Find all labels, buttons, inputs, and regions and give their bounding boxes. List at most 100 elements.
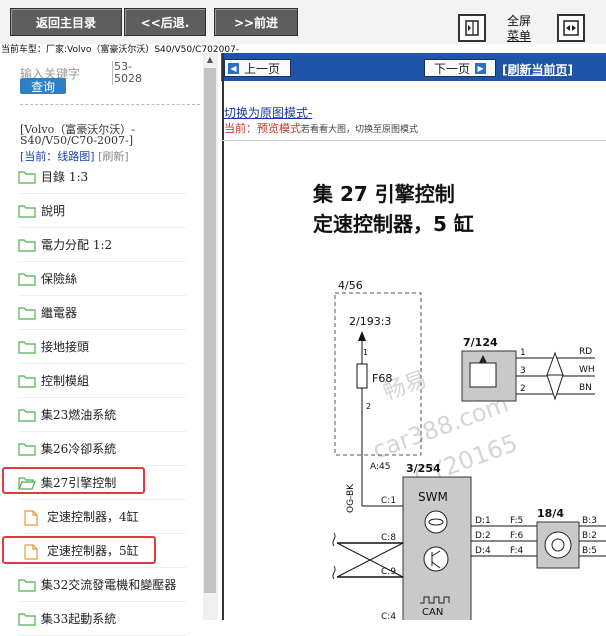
fuse-name: F68	[372, 372, 392, 385]
home-button[interactable]: 返回主目录	[10, 8, 122, 36]
document-icon	[24, 509, 42, 526]
swm-ref: 3/254	[406, 462, 441, 475]
folder-icon	[18, 306, 36, 320]
folder-icon	[18, 204, 36, 218]
can-label: CAN	[422, 607, 443, 618]
current-mode-line: 当前：预览模式若看看大图，切换至原图模式	[224, 120, 418, 136]
pin-c9: C:9	[381, 567, 396, 577]
sensor-ref: 7/124	[463, 336, 498, 349]
pin-c4: C:4	[381, 612, 396, 620]
folder-icon	[18, 340, 36, 354]
supply-arrow-icon	[358, 331, 366, 341]
expand-menu-button[interactable]	[557, 14, 585, 42]
folder-icon	[18, 272, 36, 286]
tree-folder-item[interactable]: 集33起動系統	[18, 602, 186, 636]
prev-page-label: 上一页	[244, 61, 281, 76]
folder-icon	[18, 442, 36, 456]
switch-original-mode-link[interactable]: 切换为原图模式-	[224, 104, 312, 121]
switch-icon	[544, 531, 572, 559]
arrow-right-icon: ▶	[475, 62, 487, 74]
folder-icon	[18, 170, 36, 184]
fullscreen-menu-label[interactable]: 全屏 菜单	[500, 14, 538, 44]
folder-icon	[18, 578, 36, 592]
pin-d4: D:4	[475, 546, 491, 556]
code-display: 53- 5028	[112, 61, 142, 85]
tree-item-label: 集26冷卻系統	[41, 442, 117, 456]
fullscreen-label-line2: 菜单	[506, 29, 531, 43]
wiring-diagram: 集 27 引擎控制 定速控制器，5 缸 畅易 car388.com CY2016…	[312, 182, 606, 620]
label-wh: WH	[579, 365, 595, 375]
transistor-icon	[423, 546, 449, 572]
folder-icon	[18, 238, 36, 252]
folder-icon	[18, 374, 36, 388]
folder-icon	[18, 612, 36, 626]
tree-item-label: 繼電器	[41, 306, 78, 320]
next-page-button[interactable]: 下一页 ▶	[424, 59, 496, 77]
tree-folder-item[interactable]: 目錄 1:3	[18, 160, 186, 194]
sensor-pin3: 3	[520, 366, 526, 376]
fullscreen-label-line1: 全屏	[506, 14, 531, 28]
prev-page-button[interactable]: ◀ 上一页	[224, 59, 291, 77]
expand-icon	[563, 20, 579, 36]
refresh-current-page-link[interactable]: [刷新当前页]	[502, 61, 573, 78]
switch-ref: 18/4	[537, 507, 564, 520]
tree-folder-item[interactable]: 保險絲	[18, 262, 186, 296]
wire-squiggle-2	[332, 565, 336, 580]
pin-c8: C:8	[381, 533, 396, 543]
swm-name: SWM	[418, 490, 448, 504]
arrow-left-icon: ◀	[228, 62, 239, 74]
tree-item-label: 接地接頭	[41, 340, 90, 354]
steering-sensor-icon	[424, 510, 448, 534]
tree-folder-item[interactable]: 集32交流發電機和變壓器	[18, 568, 186, 602]
tree-item-label: 目錄 1:3	[41, 170, 89, 184]
diagram-title-1: 集 27 引擎控制	[312, 182, 455, 206]
tree-folder-item[interactable]: 繼電器	[18, 296, 186, 330]
forward-button[interactable]: >>前进	[214, 8, 298, 36]
pin-f6: F:6	[510, 531, 524, 541]
tree-item-label: 保險絲	[41, 272, 78, 286]
wire-shield-icon	[546, 351, 564, 401]
collapse-icon	[465, 20, 479, 36]
tree-item-label: 電力分配 1:2	[41, 238, 113, 252]
tree-folder-item[interactable]: 電力分配 1:2	[18, 228, 186, 262]
pin-f5: F:5	[510, 516, 523, 526]
scroll-up-icon[interactable]: ▲	[205, 56, 215, 64]
main-left-border	[222, 53, 224, 620]
fuse-pin1: 1	[363, 348, 368, 357]
fuse-pin2: 2	[366, 402, 371, 411]
highlight-cruise-control-5cyl	[2, 536, 156, 564]
sensor-pin1: 1	[520, 348, 526, 358]
folder-icon	[18, 408, 36, 422]
pin-c1: C:1	[381, 496, 396, 506]
tree-item-label: 集32交流發電機和變壓器	[41, 578, 177, 592]
search-button[interactable]: 查询	[20, 78, 66, 94]
back-button[interactable]: <<后退.	[124, 8, 206, 36]
sensor-pin2: 2	[520, 384, 526, 394]
wire-color: OG-BK	[346, 483, 356, 513]
label-rd: RD	[579, 347, 592, 357]
sidebar-scroll-thumb[interactable]	[204, 68, 216, 593]
tree-file-item[interactable]: 定速控制器，4缸	[24, 500, 186, 534]
mode-prefix: 当前：	[224, 122, 257, 135]
collapse-menu-button[interactable]	[458, 14, 486, 42]
mode-name: 预览模式	[257, 122, 301, 135]
mode-hint: 若看看大图，切换至原图模式	[301, 125, 419, 135]
highlight-engine-control	[2, 467, 145, 494]
pin-b2: B:2	[582, 531, 597, 541]
tree-item-label: 集33起動系統	[41, 612, 117, 626]
next-page-label: 下一页	[434, 61, 471, 76]
code-line2: 5028	[114, 72, 142, 85]
pin-b5: B:5	[582, 546, 597, 556]
label-bn: BN	[579, 383, 592, 393]
tree-folder-item[interactable]: 控制模組	[18, 364, 186, 398]
vehicle-name: [Volvo（富豪沃尔沃）-S40/V50/C70-2007-]	[20, 123, 135, 147]
pin-d1: D:1	[475, 516, 491, 526]
fuse-ref: 2/193:3	[349, 315, 391, 328]
tree-folder-item[interactable]: 接地接頭	[18, 330, 186, 364]
sidebar-divider	[20, 104, 200, 105]
tree-folder-item[interactable]: 集26冷卻系統	[18, 432, 186, 466]
tree-folder-item[interactable]: 說明	[18, 194, 186, 228]
tree-folder-item[interactable]: 集23燃油系統	[18, 398, 186, 432]
pin-a45: A:45	[370, 462, 390, 472]
pin-b3: B:3	[582, 516, 597, 526]
